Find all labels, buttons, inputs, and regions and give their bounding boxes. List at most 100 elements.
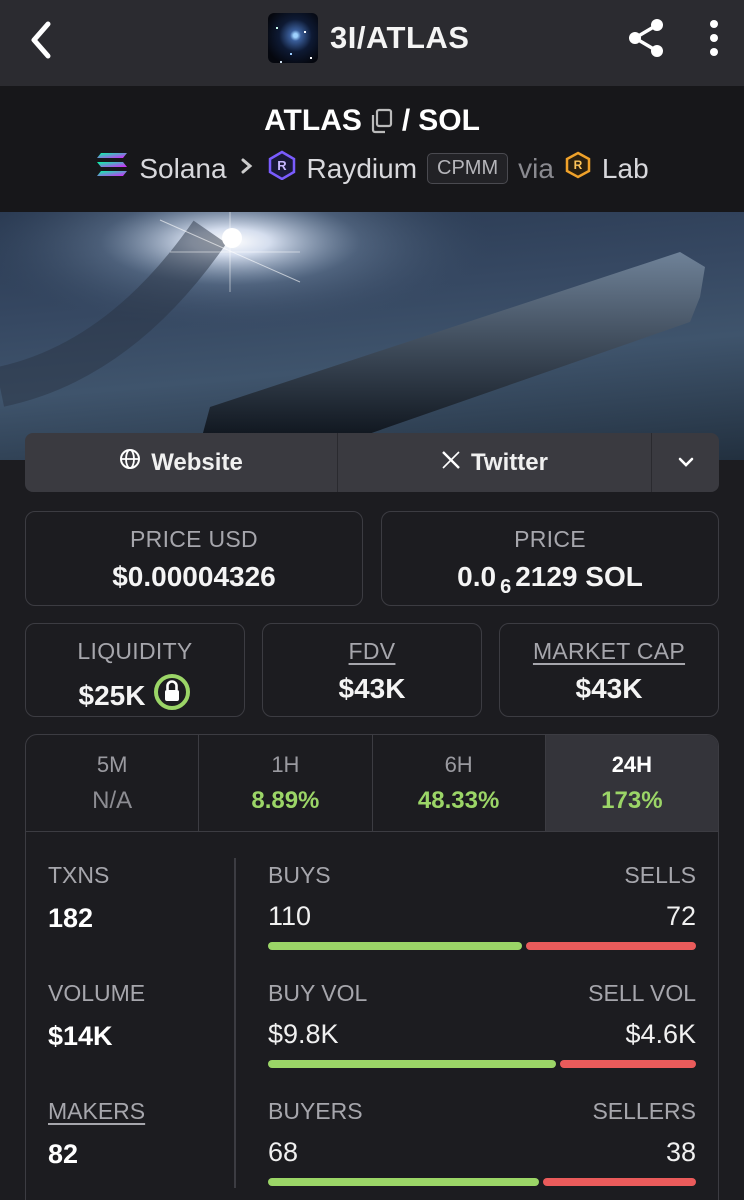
buy-sell-volume-row: BUY VOL SELL VOL $9.8K $4.6K <box>268 980 696 1068</box>
sells-value: 72 <box>665 901 696 931</box>
copy-icon[interactable] <box>370 108 394 134</box>
buys-label: BUYS <box>268 862 331 888</box>
makers-label[interactable]: MAKERS <box>48 1098 145 1125</box>
page-title: 3I/ATLAS <box>330 20 470 55</box>
pool-type-badge: CPMM <box>427 153 509 184</box>
price-native-card: PRICE 0.0 6 2129 SOL <box>381 511 719 606</box>
lock-icon[interactable] <box>153 673 191 718</box>
volume-value: $14K <box>48 1021 113 1051</box>
buyers-value: 68 <box>268 1137 299 1167</box>
buyers-sellers-bar <box>268 1178 696 1186</box>
makers-stat: MAKERS 82 <box>48 1098 145 1170</box>
liquidity-card: LIQUIDITY $25K <box>25 623 245 717</box>
fdv-label[interactable]: FDV <box>263 638 481 665</box>
txns-stat: TXNS 182 <box>48 862 109 934</box>
tab-5m[interactable]: 5M N/A <box>26 735 198 831</box>
market-cap-card: MARKET CAP $43K <box>499 623 719 717</box>
website-label: Website <box>151 448 243 476</box>
sell-vol-value: $4.6K <box>625 1019 696 1049</box>
token-avatar <box>268 13 318 63</box>
social-links-bar: Website Twitter <box>25 433 719 492</box>
volume-stat: VOLUME $14K <box>48 980 145 1052</box>
twitter-label: Twitter <box>471 448 548 476</box>
globe-icon <box>119 448 141 477</box>
buy-vol-bar-fill <box>268 1060 557 1068</box>
tab-6h-change: 48.33% <box>417 787 500 814</box>
stats-divider <box>234 858 236 1188</box>
sellers-value: 38 <box>665 1137 696 1167</box>
tab-5m-change: N/A <box>92 787 133 814</box>
twitter-button[interactable]: Twitter <box>337 433 651 492</box>
banner-image <box>0 212 744 460</box>
chain-name[interactable]: Solana <box>139 153 226 185</box>
txns-label: TXNS <box>48 862 110 888</box>
sells-bar-fill <box>526 942 696 950</box>
sellers-label: SELLERS <box>592 1098 696 1124</box>
price-native-prefix: 0.0 <box>457 561 497 592</box>
timeframe-tabs: 5M N/A 1H 8.89% 6H 48.33% 24H 173% <box>26 735 718 832</box>
buys-sells-bar <box>268 942 696 950</box>
raydium-icon: R <box>267 150 297 187</box>
svg-text:R: R <box>574 158 583 172</box>
pair-separator: / <box>401 104 411 137</box>
liquidity-value: $25K <box>78 679 146 711</box>
chevron-right-icon <box>237 153 257 185</box>
chevron-down-icon <box>676 449 696 477</box>
tab-24h-label: 24H <box>611 752 653 777</box>
tab-24h[interactable]: 24H 173% <box>544 735 718 831</box>
price-usd-card: PRICE USD $0.00004326 <box>25 511 363 606</box>
buy-vol-value: $9.8K <box>268 1019 339 1049</box>
share-icon[interactable] <box>624 16 668 60</box>
txns-value: 182 <box>48 903 94 933</box>
dex-name[interactable]: Raydium <box>307 153 417 185</box>
market-cap-value: $43K <box>575 673 643 704</box>
website-button[interactable]: Website <box>25 433 337 492</box>
back-arrow-icon[interactable] <box>22 18 62 62</box>
token-header: 3I/ATLAS <box>268 12 470 64</box>
market-cap-label[interactable]: MARKET CAP <box>500 638 718 665</box>
price-usd-label: PRICE USD <box>130 526 258 552</box>
buyers-bar-fill <box>268 1178 540 1186</box>
sell-vol-label: SELL VOL <box>588 980 696 1006</box>
timeframe-stats-panel: 5M N/A 1H 8.89% 6H 48.33% 24H 173% TXNS … <box>25 734 719 1200</box>
price-native-zero-count: 6 <box>500 575 512 598</box>
app-bar: 3I/ATLAS <box>0 0 744 86</box>
tab-1h-label: 1H <box>271 752 300 777</box>
sellers-bar-fill <box>543 1178 696 1186</box>
lab-icon: R <box>564 151 592 186</box>
buys-value: 110 <box>268 901 312 931</box>
buys-sells-row: BUYS SELLS 110 72 <box>268 862 696 950</box>
buyers-sellers-row: BUYERS SELLERS 68 38 <box>268 1098 696 1186</box>
fdv-card: FDV $43K <box>262 623 482 717</box>
volume-label: VOLUME <box>48 980 146 1006</box>
tab-1h[interactable]: 1H 8.89% <box>198 735 371 831</box>
x-logo-icon <box>441 449 461 477</box>
quote-symbol: SOL <box>418 104 480 137</box>
buys-bar-fill <box>268 942 523 950</box>
more-vertical-icon[interactable] <box>700 16 728 60</box>
chain-breadcrumb: Solana R Raydium CPMM via R Lab <box>0 150 744 187</box>
trade-stats: TXNS 182 VOLUME $14K MAKERS 82 BUYS SELLS… <box>26 832 718 1200</box>
liquidity-label: LIQUIDITY <box>77 638 193 664</box>
buy-sell-volume-bar <box>268 1060 696 1068</box>
price-usd-value: $0.00004326 <box>112 561 276 592</box>
price-native-digits: 2129 SOL <box>515 561 643 592</box>
buy-vol-label: BUY VOL <box>268 980 368 1006</box>
pair-name: ATLAS / SOL <box>0 104 744 138</box>
base-symbol: ATLAS <box>264 104 362 137</box>
sells-label: SELLS <box>624 862 696 888</box>
sell-vol-bar-fill <box>560 1060 696 1068</box>
via-label: via <box>518 152 554 184</box>
tab-1h-change: 8.89% <box>251 787 320 814</box>
svg-text:R: R <box>277 158 287 173</box>
tab-24h-change: 173% <box>601 787 663 814</box>
more-links-button[interactable] <box>651 433 719 492</box>
tab-6h[interactable]: 6H 48.33% <box>371 735 545 831</box>
tab-5m-label: 5M <box>96 752 128 777</box>
makers-value: 82 <box>48 1139 79 1169</box>
solana-icon <box>95 151 129 186</box>
price-native-label: PRICE <box>514 526 586 552</box>
via-source[interactable]: Lab <box>602 153 649 185</box>
fdv-value: $43K <box>338 673 406 704</box>
tab-6h-label: 6H <box>444 752 473 777</box>
